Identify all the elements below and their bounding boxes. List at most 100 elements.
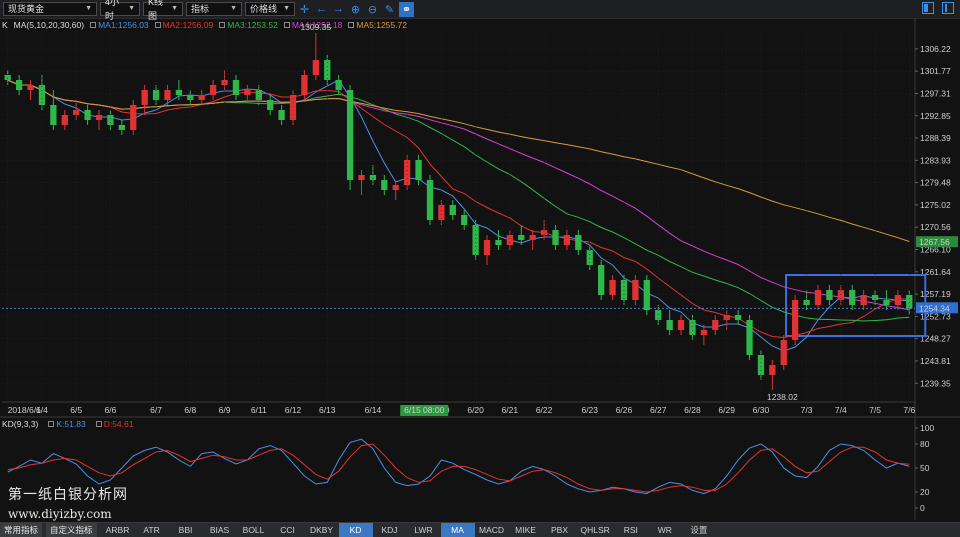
date-tick-label: 6/21 — [502, 405, 519, 415]
candle — [278, 110, 285, 120]
candle — [894, 295, 902, 305]
date-tick-label: 6/20 — [467, 405, 484, 415]
tab-pbx[interactable]: PBX — [543, 523, 577, 537]
candle — [712, 320, 719, 330]
date-tick-label: 6/26 — [616, 405, 633, 415]
tab-qhlsr[interactable]: QHLSR — [577, 523, 614, 537]
tab-custom[interactable]: 自定义指标 — [46, 523, 97, 537]
candle — [209, 85, 217, 95]
candle — [609, 280, 616, 295]
tab-rsi[interactable]: RSI — [614, 523, 648, 537]
tab-bias[interactable]: BIAS — [203, 523, 237, 537]
tab-common[interactable]: 常用指标 — [0, 523, 43, 537]
candle — [871, 295, 879, 300]
tab-settings[interactable]: 设置 — [682, 523, 716, 537]
d-legend[interactable]: D:54.61 — [95, 418, 134, 429]
candle — [723, 315, 730, 320]
date-tick-label: 6/4 — [36, 405, 48, 415]
date-tick-label: 6/9 — [219, 405, 231, 415]
tab-boll[interactable]: BOLL — [237, 523, 271, 537]
candle — [643, 280, 650, 310]
ma-line-ma4 — [7, 79, 910, 311]
candle — [130, 105, 137, 130]
date-tick-label: 6/5 — [70, 405, 82, 415]
candle — [666, 320, 673, 330]
indicator-tab-bar: 常用指标 自定义指标 ARBR ATR BBI BIAS BOLL CCI DKBY KD KDJ L… — [0, 522, 960, 537]
tab-arbr[interactable]: ARBR — [101, 523, 135, 537]
kd-tick-label: 20 — [920, 487, 930, 497]
candle — [4, 75, 11, 80]
tab-wr[interactable]: WR — [648, 523, 682, 537]
candle — [769, 365, 776, 375]
candle — [700, 330, 708, 335]
last-price-label: 1254.34 — [919, 303, 950, 313]
candle — [312, 60, 319, 75]
checkbox-icon — [95, 420, 102, 427]
ma-line-ma1 — [7, 79, 910, 352]
k-value: K:51.83 — [56, 418, 86, 429]
kd-tick-label: 80 — [920, 439, 930, 449]
tab-cci[interactable]: CCI — [271, 523, 305, 537]
tab-ma[interactable]: MA — [440, 523, 475, 537]
candle — [677, 320, 685, 330]
high-price-label: 1309.35 — [300, 22, 331, 32]
kd-legend-label: KD(9,3,3) — [2, 418, 39, 429]
date-tick-label: 7/3 — [801, 405, 813, 415]
date-tick-label: 6/14 — [365, 405, 382, 415]
tab-mike[interactable]: MIKE — [509, 523, 543, 537]
price-tick-label: 1239.35 — [920, 378, 951, 388]
date-tick-label: 6/7 — [150, 405, 162, 415]
candle — [358, 175, 365, 180]
date-tick-label: 6/29 — [718, 405, 735, 415]
candle — [301, 75, 308, 95]
d-value: D:54.61 — [103, 418, 134, 429]
tab-lwr[interactable]: LWR — [407, 523, 441, 537]
candle — [346, 90, 354, 180]
tab-kd[interactable]: KD — [338, 523, 373, 537]
candle — [267, 100, 274, 110]
date-tick-label: 6/6 — [105, 405, 117, 415]
ma-price-label: 1267.56 — [919, 237, 950, 247]
price-tick-label: 1297.31 — [920, 88, 951, 98]
kd-tick-label: 50 — [920, 463, 930, 473]
candle — [575, 235, 582, 250]
date-tick-label: 6/13 — [319, 405, 336, 415]
price-tick-label: 1292.85 — [920, 111, 951, 121]
candle — [198, 95, 205, 100]
candle — [232, 80, 240, 95]
candle — [598, 265, 605, 295]
candle — [95, 115, 103, 120]
tab-atr[interactable]: ATR — [135, 523, 169, 537]
k-legend[interactable]: K:51.83 — [48, 418, 86, 429]
candle — [483, 240, 491, 255]
candle — [369, 175, 377, 180]
price-tick-label: 1279.48 — [920, 178, 951, 188]
candle — [118, 125, 125, 130]
candle — [107, 115, 114, 125]
candle — [426, 180, 434, 220]
candle — [404, 160, 411, 185]
kd-tick-label: 100 — [920, 423, 934, 433]
candle — [15, 80, 23, 90]
tab-dkby[interactable]: DKBY — [305, 523, 339, 537]
candle — [563, 235, 571, 245]
candle — [461, 215, 468, 225]
candle — [814, 290, 822, 305]
tab-bbi[interactable]: BBI — [169, 523, 203, 537]
kd-legend: KD(9,3,3) K:51.83 D:54.61 — [2, 418, 133, 429]
candle — [141, 90, 148, 105]
candle — [746, 320, 753, 355]
candle — [529, 235, 536, 240]
price-tick-label: 1301.77 — [920, 66, 951, 76]
candle — [883, 300, 890, 305]
date-tick-label: 6/12 — [285, 405, 302, 415]
ma-line-ma2 — [7, 79, 910, 339]
price-tick-label: 1306.22 — [920, 44, 951, 54]
date-tick-label: 7/5 — [869, 405, 881, 415]
price-chart[interactable]: 1306.22 1301.77 1297.31 1292.85 1288.39 1283.… — [0, 0, 960, 536]
candle — [381, 180, 388, 190]
tab-macd[interactable]: MACD — [475, 523, 509, 537]
candle — [449, 205, 456, 215]
candle — [187, 95, 194, 100]
tab-kdj[interactable]: KDJ — [373, 523, 407, 537]
